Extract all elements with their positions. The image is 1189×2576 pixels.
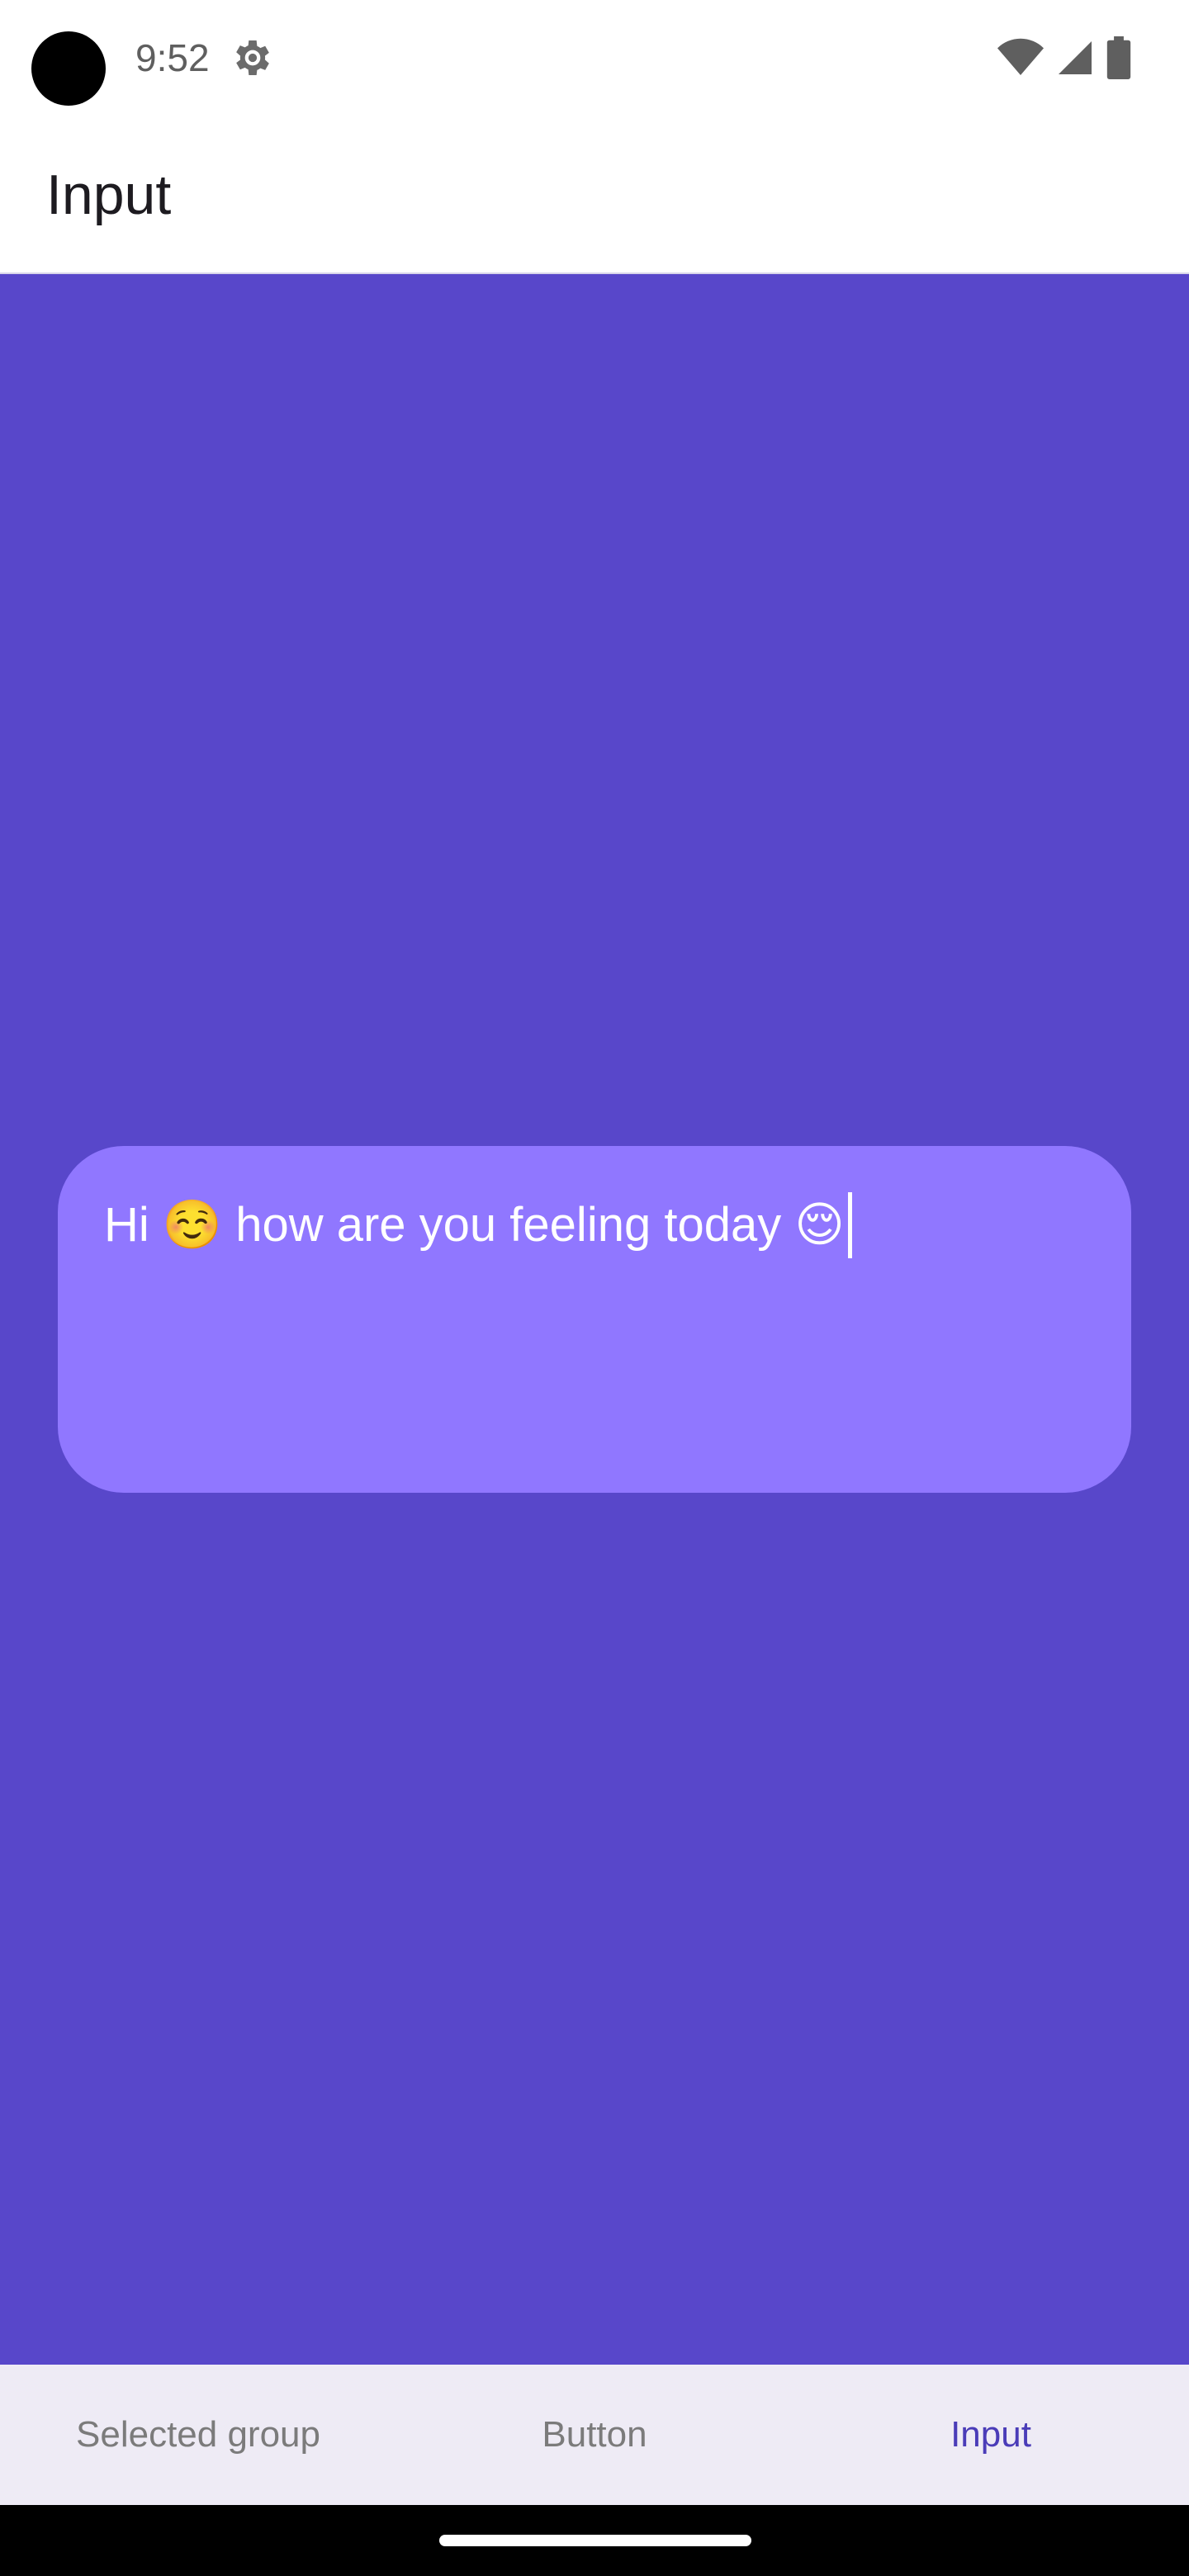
content-area: Hi ☺️ how are you feeling today 😌 [0,274,1189,2365]
wifi-icon [997,38,1044,75]
message-input[interactable]: Hi ☺️ how are you feeling today 😌 [58,1146,1131,1493]
text-cursor [847,1192,852,1258]
screen: 9:52 Input Hi ☺️ how are you feeling tod… [0,0,1189,2576]
system-navigation-bar [0,2505,1189,2576]
page-title: Input [46,163,172,226]
status-bar: 9:52 [0,0,1189,116]
status-time: 9:52 [135,36,210,79]
home-gesture-handle[interactable] [439,2535,751,2546]
battery-icon [1106,36,1131,79]
cellular-signal-icon [1059,41,1092,74]
message-input-value: Hi ☺️ how are you feeling today 😌 [104,1198,845,1252]
app-bar: Input [0,116,1189,274]
settings-icon [236,40,269,75]
bottom-navigation: Selected group Button Input [0,2365,1189,2505]
tab-input[interactable]: Input [793,2365,1189,2505]
status-icons [997,35,1131,81]
camera-cutout [31,31,106,106]
tab-button[interactable]: Button [396,2365,793,2505]
tab-selected-group[interactable]: Selected group [0,2365,396,2505]
